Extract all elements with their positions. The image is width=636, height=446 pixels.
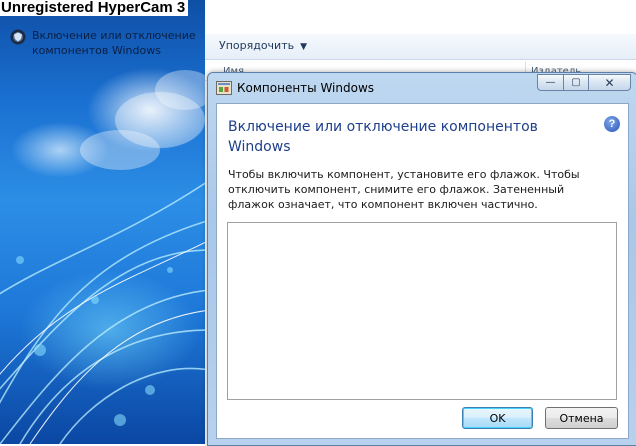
- close-icon: ✕: [604, 75, 615, 90]
- help-icon[interactable]: ?: [604, 116, 620, 132]
- dialog-client-area: Включение или отключение компонентов Win…: [216, 103, 629, 439]
- sidebar-link-label: Включение или отключение компонентов Win…: [32, 29, 196, 57]
- windows-features-dialog: Компоненты Windows — ▢ ✕ Включение или о…: [207, 72, 636, 446]
- chevron-down-icon: ▼: [300, 42, 308, 52]
- dialog-heading: Включение или отключение компонентов Win…: [228, 119, 538, 155]
- organize-label: Упорядочить: [219, 39, 295, 52]
- minimize-button[interactable]: —: [537, 74, 563, 91]
- minimize-icon: —: [545, 77, 556, 88]
- caption-buttons: — ▢ ✕: [537, 74, 631, 91]
- cancel-button[interactable]: Отмена: [545, 407, 618, 429]
- dialog-titlebar[interactable]: Компоненты Windows — ▢ ✕: [208, 73, 636, 103]
- wallpaper-swirl-graphic: [0, 70, 205, 444]
- maximize-icon: ▢: [571, 77, 581, 88]
- windows-features-icon: [216, 81, 232, 95]
- dialog-title: Компоненты Windows: [237, 81, 375, 95]
- shield-icon: [10, 29, 26, 45]
- close-button[interactable]: ✕: [588, 74, 631, 91]
- dialog-description: Чтобы включить компонент, установите его…: [228, 168, 580, 211]
- features-tree-list[interactable]: [227, 222, 617, 400]
- explorer-toolbar: Упорядочить ▼: [205, 34, 636, 60]
- maximize-button[interactable]: ▢: [563, 74, 588, 91]
- hypercam-watermark: Unregistered HyperCam 3: [0, 0, 189, 16]
- organize-button[interactable]: Упорядочить ▼: [219, 39, 307, 52]
- ok-button[interactable]: OK: [462, 407, 533, 429]
- sidebar-wallpaper: Включение или отключение компонентов Win…: [0, 0, 205, 444]
- sidebar-link-windows-features[interactable]: Включение или отключение компонентов Win…: [10, 28, 200, 58]
